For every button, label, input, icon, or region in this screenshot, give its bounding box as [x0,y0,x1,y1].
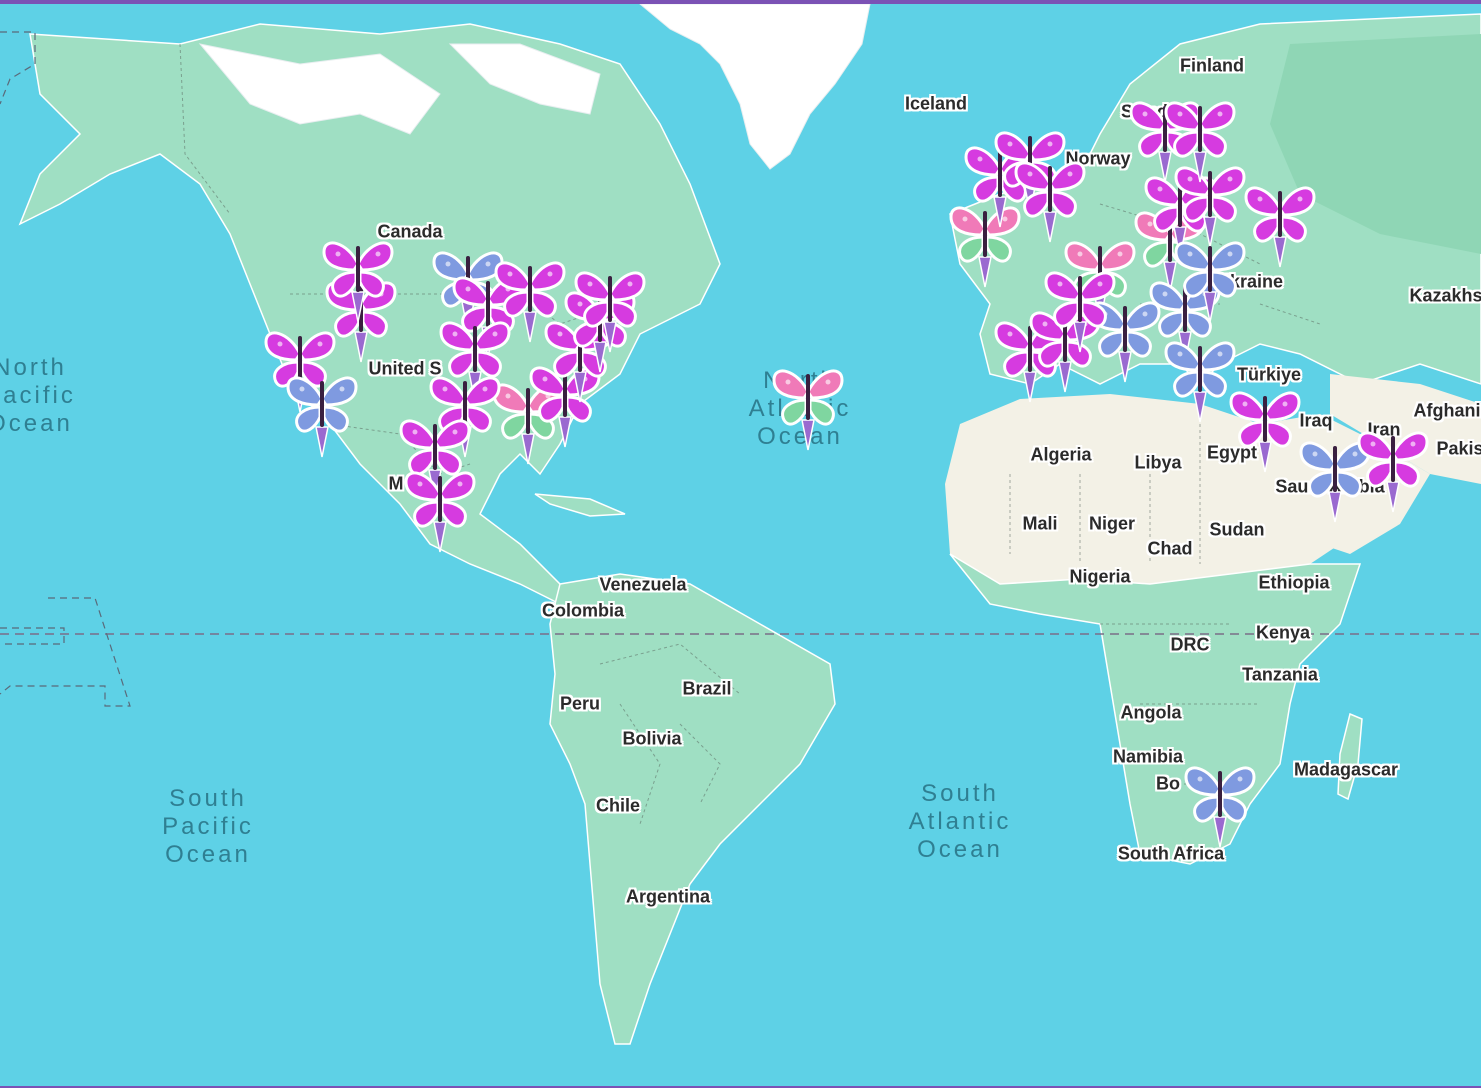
butterfly-pin-icon[interactable] [1242,177,1318,269]
greenland-shape [639,4,871,170]
butterfly-pin-icon[interactable] [402,462,478,554]
butterfly-pin-icon[interactable] [1182,757,1258,849]
butterfly-pin-icon[interactable] [1012,152,1088,244]
butterfly-pin-icon[interactable] [770,360,846,452]
madagascar-shape [1337,712,1363,801]
butterfly-pin-icon[interactable] [1162,92,1238,184]
ocean-label: South Atlantic Ocean [908,780,1012,863]
butterfly-pin-icon[interactable] [572,262,648,354]
butterfly-pin-icon[interactable] [1355,422,1431,514]
south-america-shape [549,573,836,1045]
ocean-label: North Pacific Ocean [0,354,76,437]
ocean-label: South Pacific Ocean [162,785,254,868]
butterfly-pin-icon[interactable] [320,232,396,324]
butterfly-pin-icon[interactable] [1042,262,1118,354]
butterfly-pin-icon[interactable] [1227,382,1303,474]
map-base-layer [0,4,1481,1045]
sub-saharan-africa-shape [949,553,1362,865]
cuba-shape [534,493,626,517]
butterfly-pin-icon[interactable] [1172,232,1248,324]
world-map[interactable]: FinlandIcelandSwedenNorwayCanadaUkraineK… [0,4,1481,1086]
butterfly-pin-icon[interactable] [284,367,360,459]
